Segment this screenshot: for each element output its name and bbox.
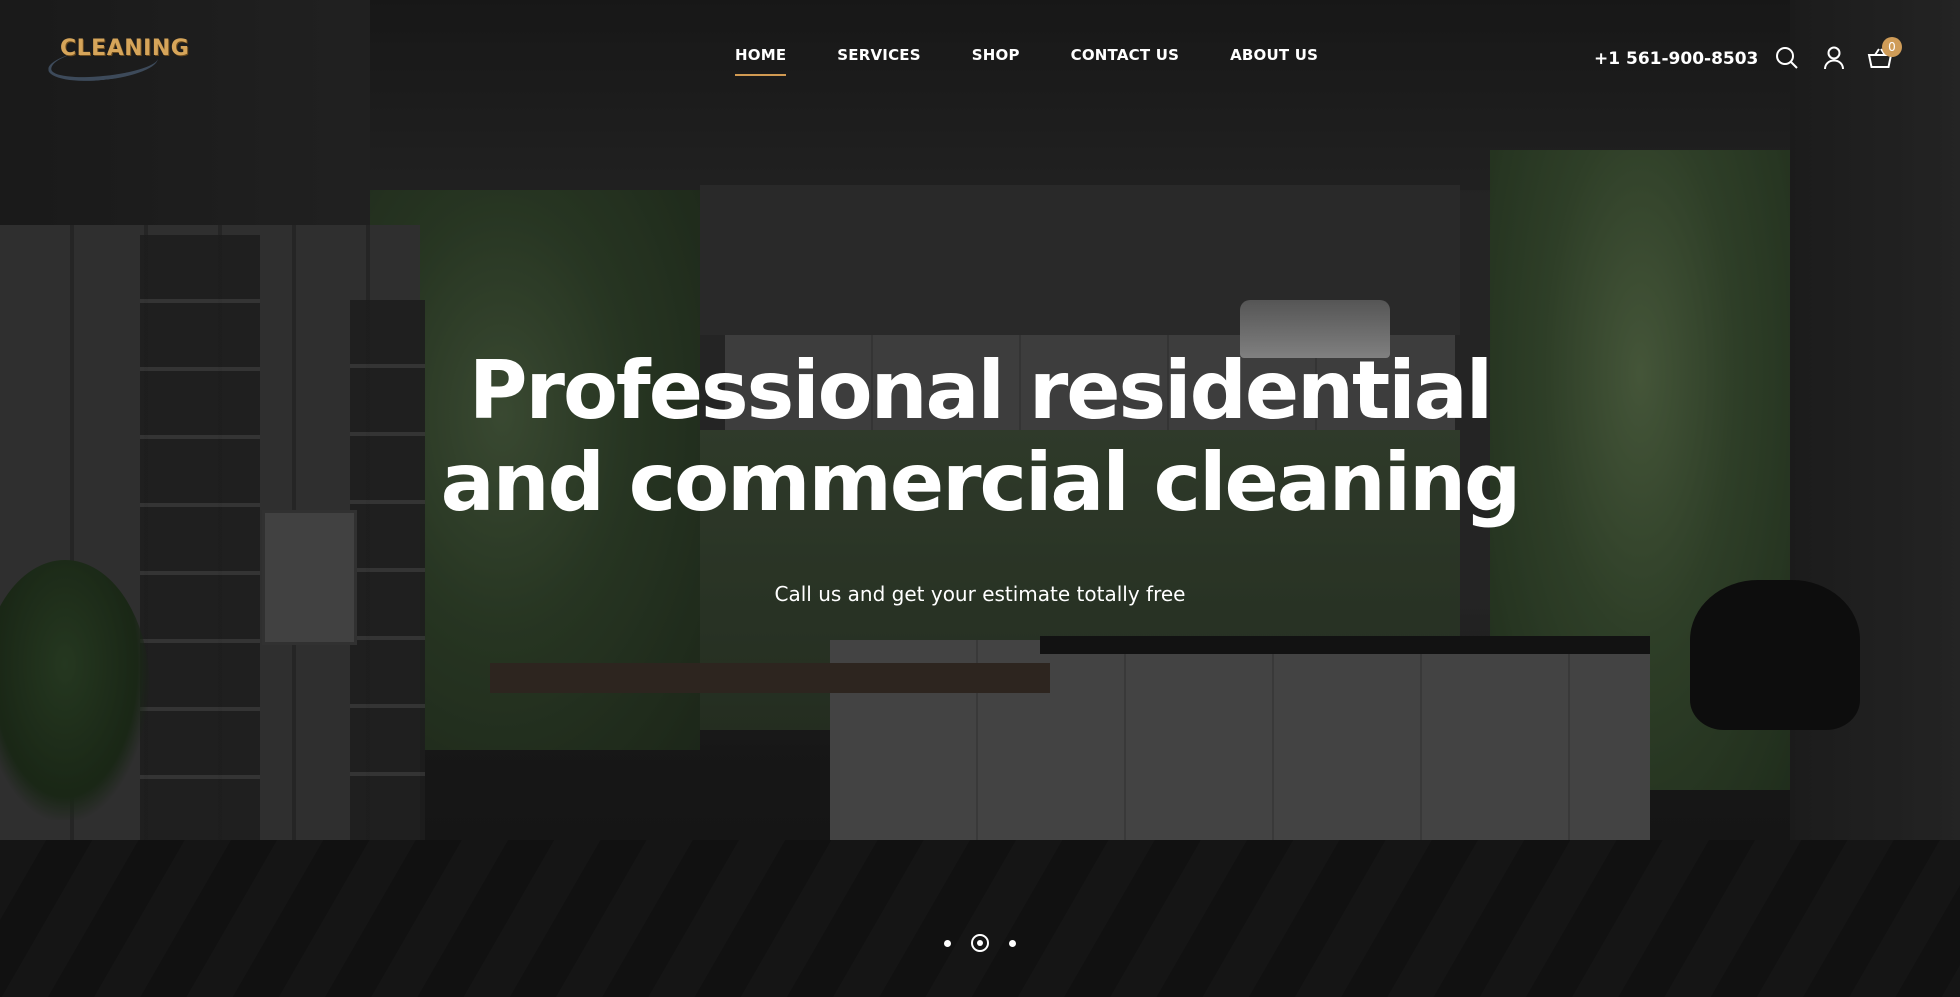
hero-title: Professional residential and commercial …: [0, 345, 1960, 529]
hero-title-line-2: and commercial cleaning: [440, 436, 1522, 529]
nav-item-home[interactable]: HOME: [735, 46, 787, 76]
slider-dot-2[interactable]: [971, 934, 989, 952]
search-icon[interactable]: [1773, 44, 1801, 72]
slider-pagination: [944, 934, 1016, 952]
nav-item-about-us[interactable]: ABOUT US: [1230, 46, 1318, 76]
hero-subtitle: Call us and get your estimate totally fr…: [774, 582, 1186, 606]
hero-title-line-1: Professional residential: [468, 344, 1493, 437]
site-header: CLEANING HOME SERVICES SHOP CONTACT US A…: [0, 0, 1960, 118]
nav-item-contact-us[interactable]: CONTACT US: [1071, 46, 1179, 76]
logo[interactable]: CLEANING: [40, 30, 190, 86]
nav-item-services[interactable]: SERVICES: [837, 46, 920, 76]
cart-count-badge: 0: [1882, 37, 1902, 57]
user-icon[interactable]: [1820, 44, 1848, 72]
slider-dot-1[interactable]: [944, 939, 951, 947]
nav-item-shop[interactable]: SHOP: [972, 46, 1020, 76]
logo-text: CLEANING: [60, 36, 190, 61]
phone-number[interactable]: +1 561-900-8503: [1594, 49, 1758, 69]
main-nav: HOME SERVICES SHOP CONTACT US ABOUT US: [735, 46, 1318, 76]
slider-dot-3[interactable]: [1009, 939, 1016, 947]
